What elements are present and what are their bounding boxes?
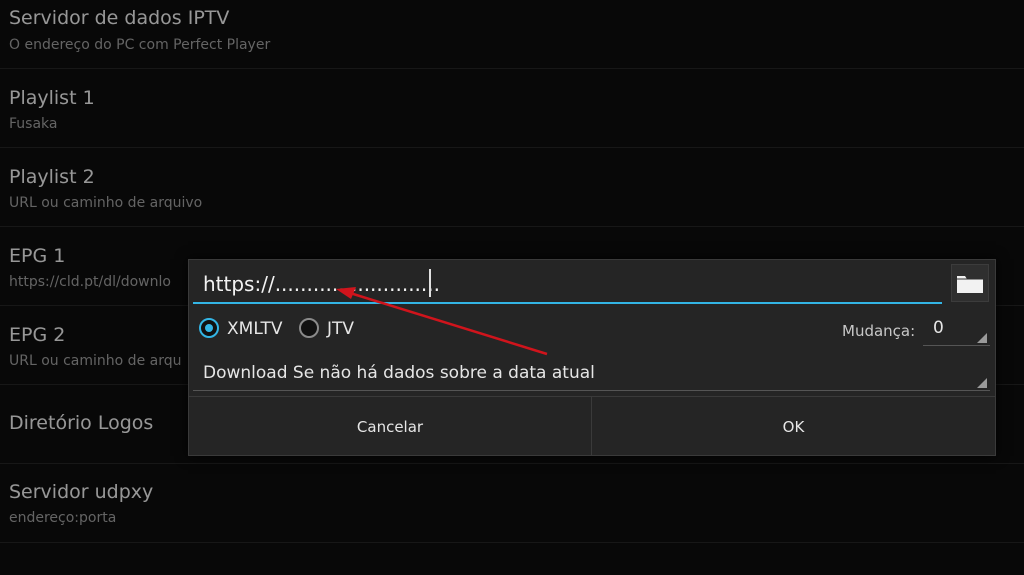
cancel-button[interactable]: Cancelar [189,397,592,456]
shift-spinner[interactable]: 0 [923,315,990,346]
shift-label: Mudança: [842,322,916,340]
folder-icon [957,276,983,293]
radio-xmltv-label[interactable]: XMLTV [227,319,282,339]
radio-jtv[interactable] [299,318,319,338]
epg-url-input[interactable]: https://.......................... [193,264,942,304]
browse-folder-button[interactable] [951,264,989,302]
dialog-button-bar: Cancelar OK [189,396,995,456]
ok-button[interactable]: OK [592,397,995,456]
radio-jtv-label[interactable]: JTV [327,319,354,339]
download-mode-spinner[interactable]: Download Se não há dados sobre a data at… [193,357,990,391]
radio-xmltv[interactable] [199,318,219,338]
shift-value: 0 [933,318,944,338]
epg-source-dialog: https://.......................... XMLTV… [188,259,996,456]
dropdown-corner-icon [977,378,987,388]
dropdown-corner-icon [977,333,987,343]
text-cursor [429,269,431,297]
download-mode-value: Download Se não há dados sobre a data at… [203,363,595,383]
epg-url-value[interactable]: https://.......................... [203,272,440,296]
